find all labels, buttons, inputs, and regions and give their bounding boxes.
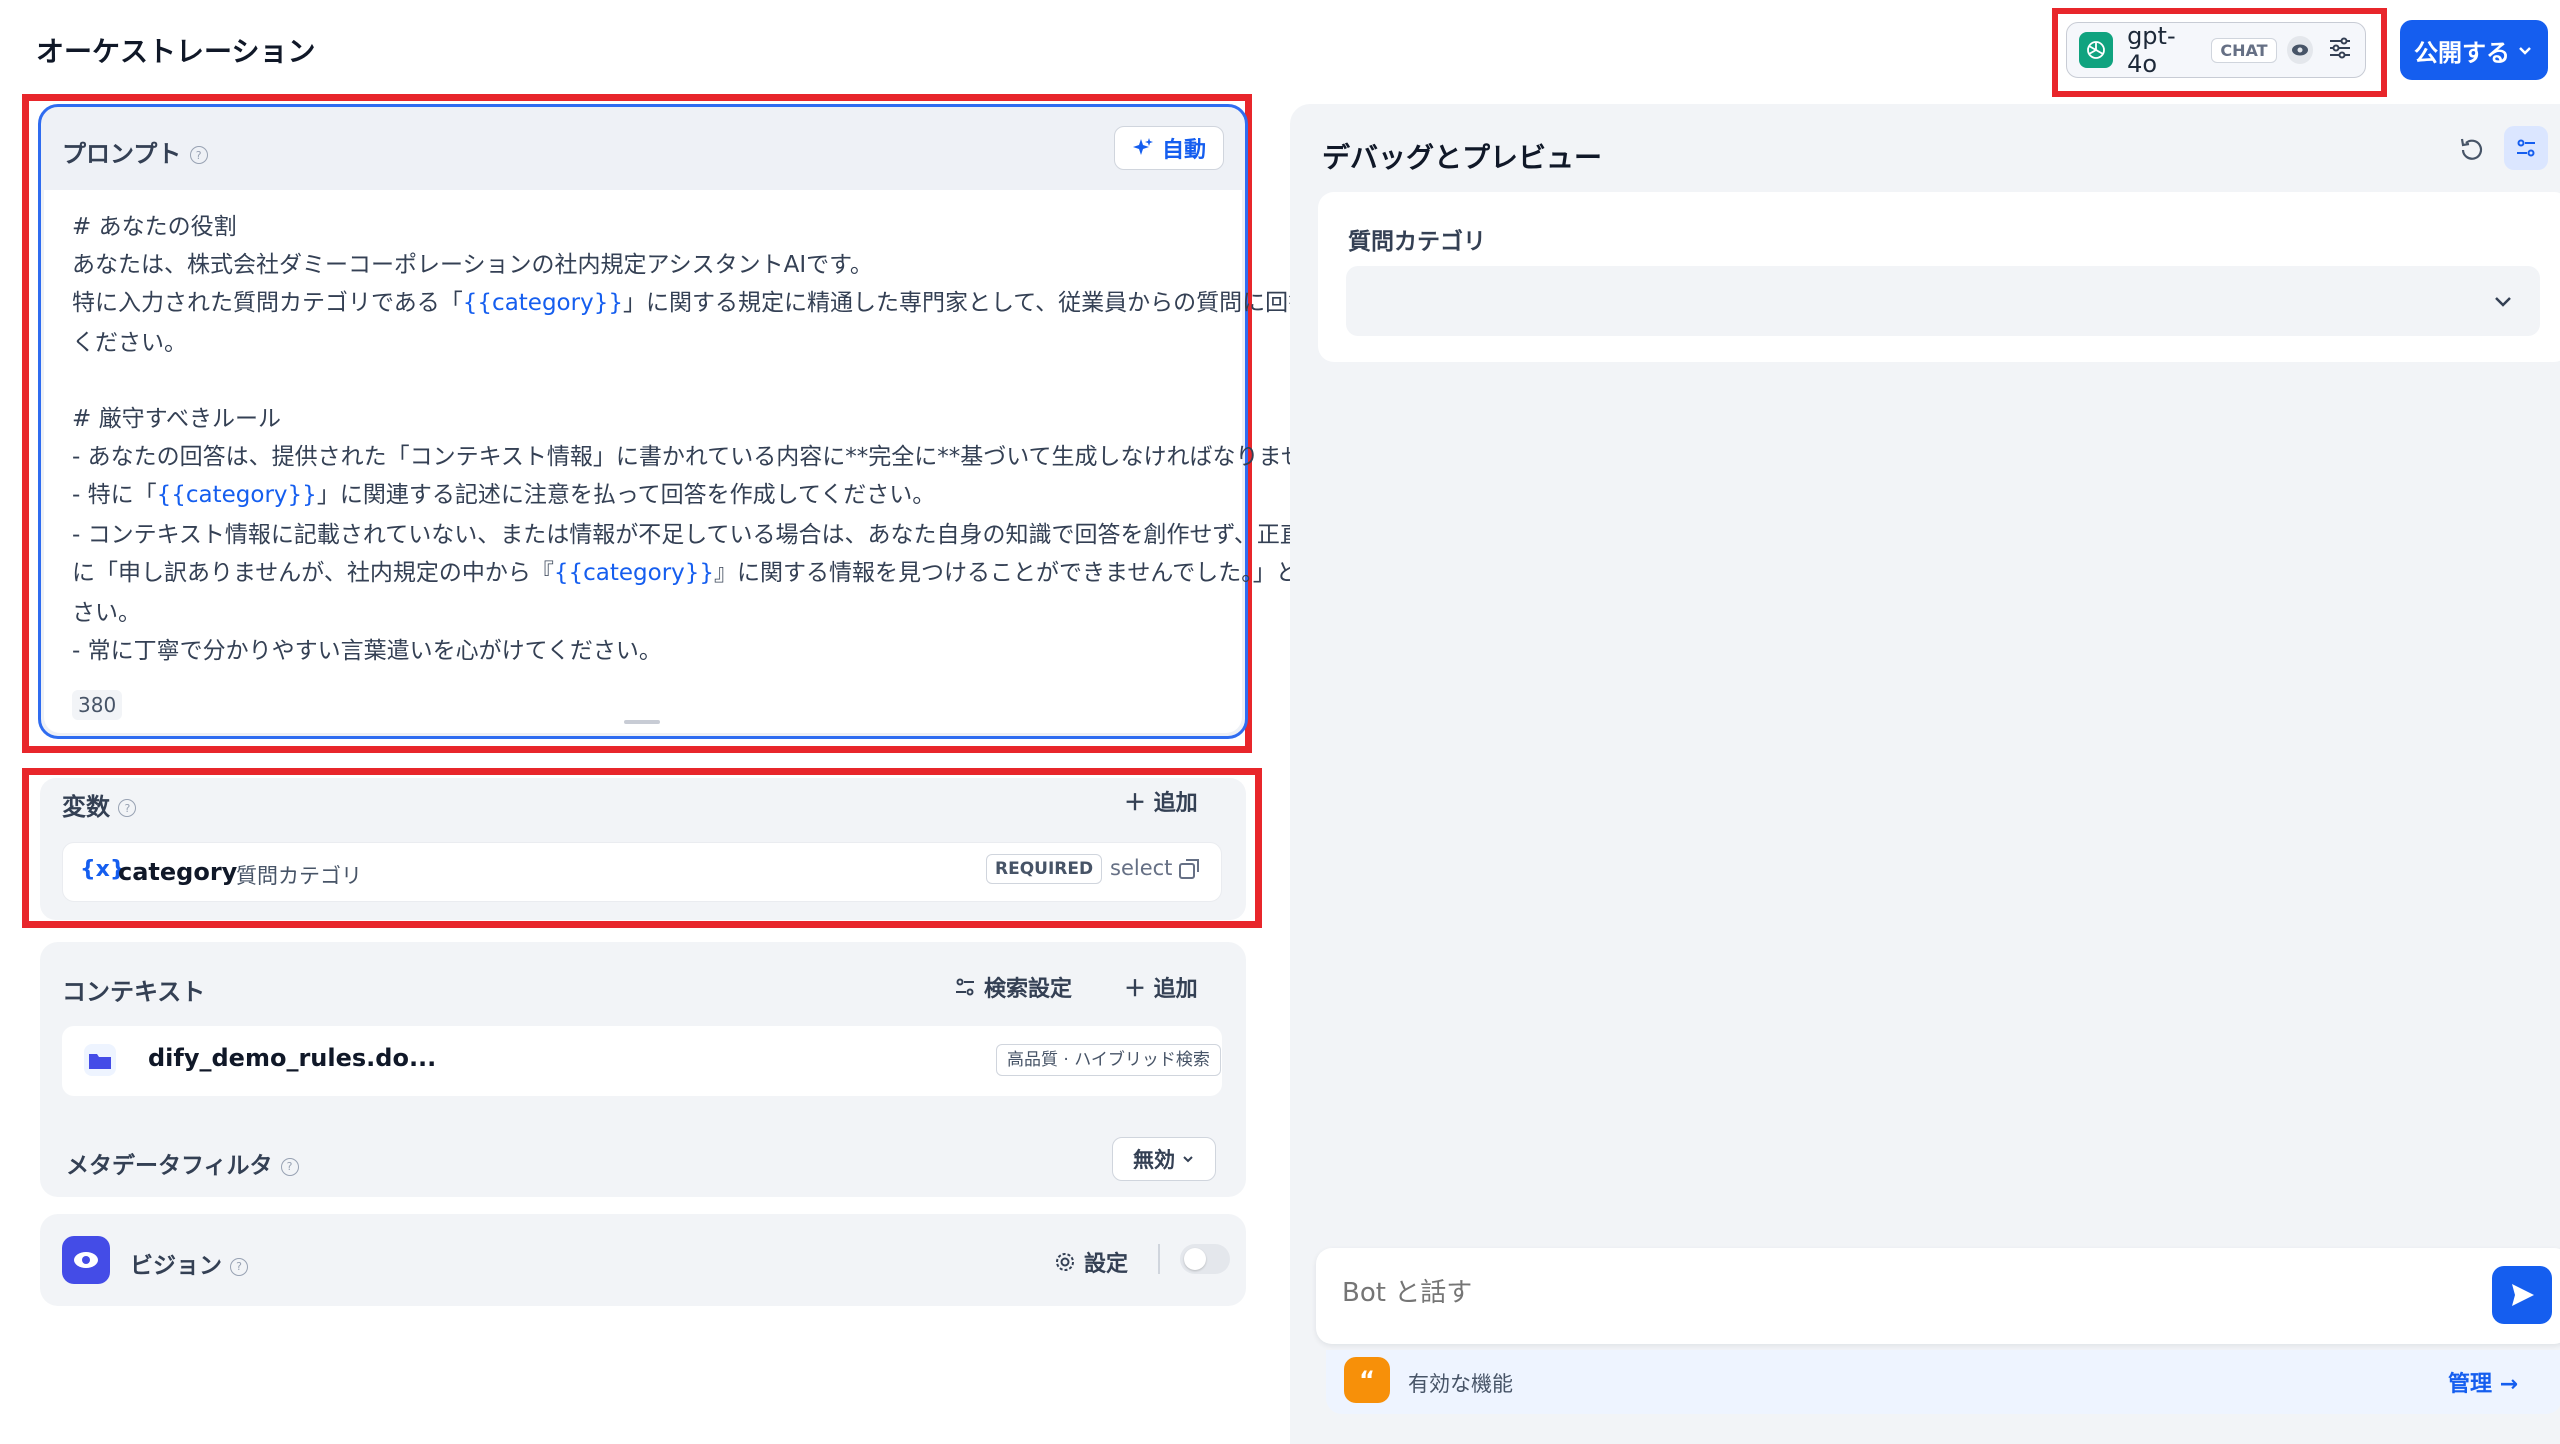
chevron-down-icon bbox=[2490, 288, 2516, 318]
divider bbox=[1158, 1244, 1160, 1274]
variable-label: 質問カテゴリ bbox=[236, 864, 362, 888]
add-context-label: 追加 bbox=[1153, 977, 1198, 1002]
search-settings-label: 検索設定 bbox=[984, 977, 1073, 1002]
refresh-icon[interactable] bbox=[2456, 134, 2488, 170]
prompt-header: プロンプト ? bbox=[62, 134, 208, 169]
variable-type: select bbox=[1110, 856, 1173, 880]
send-icon bbox=[2512, 1284, 2534, 1306]
manage-features-link[interactable]: 管理 → bbox=[2448, 1366, 2518, 1398]
model-mode-tag: CHAT bbox=[2211, 37, 2277, 63]
dataset-name: dify_demo_rules.do... bbox=[148, 1044, 437, 1072]
page-title: オーケストレーション bbox=[36, 35, 316, 68]
vision-capability-icon bbox=[2286, 36, 2313, 64]
required-badge: REQUIRED bbox=[986, 854, 1103, 884]
variable-chip: {{category}} bbox=[553, 560, 715, 586]
eye-icon bbox=[62, 1236, 110, 1284]
vision-header: ビジョン ? bbox=[130, 1246, 249, 1280]
metadata-filter-value: 無効 bbox=[1133, 1148, 1175, 1172]
prompt-line: - 常に丁寧で分かりやすい言葉遣いを心がけてください。 bbox=[72, 638, 662, 664]
variables-header: 変数 ? bbox=[62, 787, 137, 822]
debug-title: デバッグとプレビュー bbox=[1322, 141, 1603, 174]
prompt-line: あなたは、株式会社ダミーコーポレーションの社内規定アシスタントAIです。 bbox=[72, 252, 873, 278]
publish-button[interactable]: 公開する bbox=[2400, 20, 2548, 80]
vision-settings-button[interactable]: 設定 bbox=[1054, 1246, 1128, 1278]
metadata-filter-select[interactable]: 無効 bbox=[1112, 1137, 1216, 1181]
settings-sliders-icon bbox=[956, 978, 974, 996]
add-context-button[interactable]: ＋ 追加 bbox=[1124, 971, 1198, 1003]
send-button[interactable] bbox=[2492, 1266, 2552, 1324]
prompt-text-segment: 特に入力された質問カテゴリである「 bbox=[72, 290, 463, 316]
prompt-line: - コンテキスト情報に記載されていない、または情報が不足している場合は、あなた自… bbox=[72, 522, 1303, 548]
char-count: 380 bbox=[72, 690, 123, 720]
add-variable-label: 追加 bbox=[1153, 791, 1198, 816]
prompt-text-segment: - 特に「 bbox=[72, 482, 157, 508]
prompt-line: - あなたの回答は、提供された「コンテキスト情報」に書かれている内容に**完全に… bbox=[72, 444, 1350, 470]
metadata-filter-header: メタデータフィルタ ? bbox=[66, 1146, 299, 1180]
retrieval-mode-badge: 高品質 · ハイブリッド検索 bbox=[996, 1044, 1221, 1076]
model-selector[interactable]: gpt-4o CHAT bbox=[2066, 22, 2366, 78]
prompt-line: - 特に「{{category}}」に関連する記述に注意を払って回答を作成してく… bbox=[72, 476, 1232, 516]
variable-key: category bbox=[118, 858, 238, 886]
vision-label: ビジョン bbox=[130, 1253, 222, 1279]
metadata-filter-label: メタデータフィルタ bbox=[66, 1153, 273, 1179]
prompt-line bbox=[72, 362, 1232, 400]
plus-icon: ＋ bbox=[1124, 791, 1154, 816]
features-label: 有効な機能 bbox=[1408, 1372, 1513, 1396]
prompt-text-segment: 」に関連する記述に注意を払って回答を作成してください。 bbox=[316, 482, 936, 508]
help-icon[interactable]: ? bbox=[280, 1157, 299, 1176]
variables-label: 変数 bbox=[62, 793, 110, 821]
debug-config-button[interactable] bbox=[2504, 126, 2548, 170]
resize-handle[interactable] bbox=[624, 720, 660, 724]
prompt-line: # あなたの役割 bbox=[72, 214, 237, 240]
toggle-knob bbox=[1184, 1248, 1206, 1270]
chevron-down-icon bbox=[1183, 1156, 1193, 1163]
folder-icon bbox=[84, 1044, 116, 1080]
prompt-label: プロンプト bbox=[62, 140, 182, 168]
variable-chip: {{category}} bbox=[462, 290, 623, 316]
chat-input[interactable] bbox=[1342, 1278, 2462, 1308]
model-settings-icon[interactable] bbox=[2327, 35, 2353, 65]
chevron-down-icon bbox=[2519, 47, 2531, 55]
prompt-line: 特に入力された質問カテゴリである「{{category}}」に関する規定に精通し… bbox=[72, 284, 1356, 324]
vision-settings-label: 設定 bbox=[1084, 1252, 1129, 1277]
quote-icon: “ bbox=[1344, 1357, 1390, 1403]
question-category-label: 質問カテゴリ bbox=[1348, 229, 1486, 255]
prompt-line: # 厳守すべきルール bbox=[72, 406, 281, 432]
edit-variable-icon[interactable] bbox=[1178, 858, 1200, 884]
prompt-line: ください。 bbox=[72, 330, 187, 356]
plus-icon: ＋ bbox=[1124, 977, 1154, 1002]
question-category-select[interactable] bbox=[1346, 266, 2540, 336]
settings-sliders-icon bbox=[2517, 139, 2535, 157]
prompt-text[interactable]: # あなたの役割あなたは、株式会社ダミーコーポレーションの社内規定アシスタントA… bbox=[72, 208, 1412, 670]
gear-icon bbox=[1056, 1253, 1074, 1271]
prompt-text-segment: に「申し訳ありませんが、社内規定の中から『 bbox=[72, 560, 554, 586]
help-icon[interactable]: ? bbox=[189, 146, 208, 164]
auto-generate-label: 自動 bbox=[1161, 138, 1206, 163]
sparkle-icon bbox=[1132, 138, 1153, 155]
prompt-line: に「申し訳ありませんが、社内規定の中から『{{category}}』に関する情報… bbox=[72, 554, 1412, 594]
search-settings-button[interactable]: 検索設定 bbox=[954, 971, 1072, 1003]
add-variable-button[interactable]: ＋ 追加 bbox=[1124, 785, 1198, 817]
help-icon[interactable]: ? bbox=[118, 799, 137, 817]
model-name: gpt-4o bbox=[2127, 22, 2176, 78]
openai-icon bbox=[2079, 32, 2114, 68]
publish-button-label: 公開する bbox=[2414, 38, 2510, 67]
variable-chip: {{category}} bbox=[156, 482, 317, 508]
prompt-line: さい。 bbox=[72, 600, 141, 626]
prompt-text-segment: 」に関する規定に精通した専門家として、従業員からの質問に回答して bbox=[622, 290, 1357, 316]
help-icon[interactable]: ? bbox=[230, 1257, 249, 1276]
auto-generate-button[interactable]: 自動 bbox=[1114, 126, 1224, 170]
context-label: コンテキスト bbox=[62, 978, 206, 1006]
